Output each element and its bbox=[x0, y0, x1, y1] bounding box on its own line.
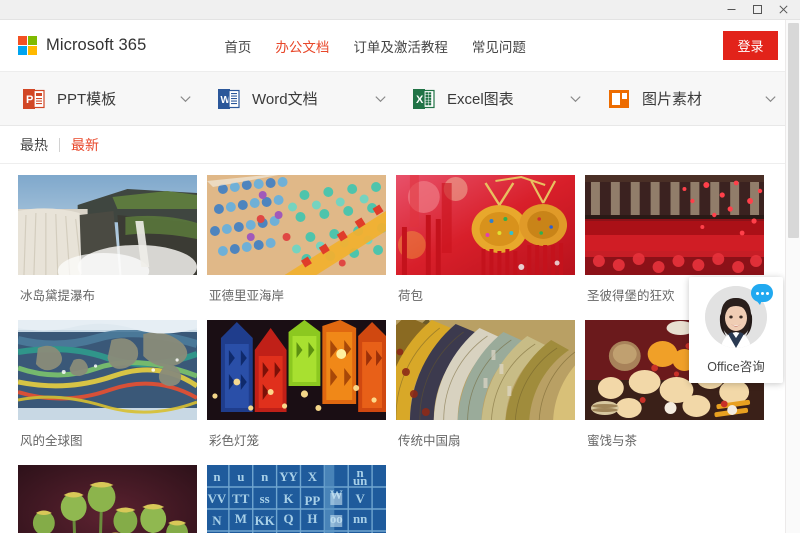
gallery-card-title: 蜜饯与茶 bbox=[587, 434, 638, 448]
word-icon: W bbox=[217, 87, 241, 111]
thumbnail-letterpress-type: nun YYXnun VVTTss KPPWV NMKK QHoonn EDDC… bbox=[207, 465, 386, 533]
gallery-card[interactable]: nun YYXnun VVTTss KPPWV NMKK QHoonn EDDC… bbox=[207, 465, 386, 533]
filter-tab-hottest[interactable]: 最热 bbox=[20, 135, 59, 155]
gallery-card[interactable]: 荷包 bbox=[396, 175, 575, 320]
svg-text:ss: ss bbox=[260, 491, 270, 506]
svg-text:M: M bbox=[235, 511, 247, 526]
svg-text:nn: nn bbox=[353, 511, 368, 526]
svg-text:YY: YY bbox=[279, 469, 298, 484]
minimize-button[interactable] bbox=[718, 0, 744, 19]
category-ppt-templates[interactable]: P PPT模板 bbox=[10, 72, 205, 125]
svg-text:P: P bbox=[26, 94, 33, 106]
svg-text:H: H bbox=[307, 511, 317, 526]
nav-link-home[interactable]: 首页 bbox=[224, 36, 251, 56]
vertical-scrollbar[interactable] bbox=[785, 20, 800, 533]
thumbnail-waterfall bbox=[18, 175, 197, 275]
svg-text:K: K bbox=[284, 491, 294, 506]
svg-text:X: X bbox=[308, 469, 318, 484]
chevron-down-icon bbox=[178, 91, 193, 106]
svg-text:n: n bbox=[261, 469, 269, 484]
gallery-card[interactable] bbox=[18, 465, 197, 533]
category-label: 图片素材 bbox=[642, 91, 703, 108]
svg-text:V: V bbox=[355, 491, 365, 506]
thumbnail-red-pouches bbox=[396, 175, 575, 275]
chat-bubble-icon bbox=[751, 284, 773, 305]
scrollbar-thumb[interactable] bbox=[788, 23, 799, 238]
gallery-scroll-area: 冰岛黛提瀑布 亚德里亚海岸 荷包 圣彼得堡的狂欢 风的全球图 彩色灯笼 传统中国… bbox=[0, 165, 800, 533]
gallery-card-title: 荷包 bbox=[398, 289, 424, 303]
svg-text:VV: VV bbox=[208, 491, 227, 506]
thumbnail-red-celebration bbox=[585, 175, 764, 275]
chevron-down-icon bbox=[373, 91, 388, 106]
picture-icon bbox=[607, 87, 631, 111]
main-nav: 首页 办公文档 订单及激活教程 常见问题 bbox=[224, 36, 526, 56]
gallery-card[interactable]: 风的全球图 bbox=[18, 320, 197, 465]
svg-text:N: N bbox=[212, 513, 222, 528]
filter-tab-newest[interactable]: 最新 bbox=[60, 135, 110, 155]
microsoft-logo-icon bbox=[18, 36, 37, 55]
gallery-card-title: 亚德里亚海岸 bbox=[209, 289, 285, 303]
thumbnail-chinese-fans bbox=[396, 320, 575, 420]
category-word-docs[interactable]: W Word文档 bbox=[205, 72, 400, 125]
close-button[interactable] bbox=[770, 0, 796, 19]
brand-logo[interactable]: Microsoft 365 bbox=[18, 36, 146, 55]
site-header: Microsoft 365 首页 办公文档 订单及激活教程 常见问题 登录 bbox=[0, 20, 800, 72]
login-button[interactable]: 登录 bbox=[723, 31, 778, 60]
svg-text:TT: TT bbox=[232, 491, 250, 506]
gallery-card-title: 风的全球图 bbox=[20, 434, 83, 448]
gallery-grid: 冰岛黛提瀑布 亚德里亚海岸 荷包 圣彼得堡的狂欢 风的全球图 彩色灯笼 传统中国… bbox=[0, 165, 782, 533]
nav-link-order-activation[interactable]: 订单及激活教程 bbox=[353, 36, 448, 56]
nav-link-office-docs[interactable]: 办公文档 bbox=[275, 36, 329, 56]
gallery-card-title: 彩色灯笼 bbox=[209, 434, 260, 448]
thumbnail-wind-map bbox=[18, 320, 197, 420]
svg-text:un: un bbox=[353, 473, 368, 488]
thumbnail-lanterns bbox=[207, 320, 386, 420]
category-bar: P PPT模板 W Word文档 X Excel图表 图片素材 bbox=[0, 72, 800, 126]
gallery-card-title: 冰岛黛提瀑布 bbox=[20, 289, 96, 303]
svg-text:X: X bbox=[416, 94, 424, 106]
gallery-card[interactable]: 传统中国扇 bbox=[396, 320, 575, 465]
category-label: Excel图表 bbox=[447, 91, 514, 108]
gallery-card-title: 传统中国扇 bbox=[398, 434, 461, 448]
app-window: Microsoft 365 首页 办公文档 订单及激活教程 常见问题 登录 P bbox=[0, 0, 800, 533]
excel-icon: X bbox=[412, 87, 436, 111]
maximize-button[interactable] bbox=[744, 0, 770, 19]
thumbnail-beach-umbrellas bbox=[207, 175, 386, 275]
thumbnail-poppy-pods bbox=[18, 465, 197, 533]
nav-link-faq[interactable]: 常见问题 bbox=[472, 36, 526, 56]
svg-text:KK: KK bbox=[255, 513, 275, 528]
chat-widget-label: Office咨询 bbox=[707, 360, 765, 374]
brand-name: Microsoft 365 bbox=[46, 36, 147, 54]
gallery-card[interactable]: 冰岛黛提瀑布 bbox=[18, 175, 197, 320]
category-label: Word文档 bbox=[252, 91, 318, 108]
category-picture-assets[interactable]: 图片素材 bbox=[595, 72, 790, 125]
svg-text:Q: Q bbox=[284, 511, 294, 526]
chat-avatar-wrap bbox=[705, 284, 773, 348]
svg-text:PP: PP bbox=[305, 493, 321, 508]
gallery-card[interactable]: 亚德里亚海岸 bbox=[207, 175, 386, 320]
filter-bar: 最热 最新 bbox=[0, 126, 800, 164]
title-bar bbox=[0, 0, 800, 20]
chevron-down-icon bbox=[568, 91, 583, 106]
chat-widget[interactable]: Office咨询 bbox=[689, 277, 783, 383]
svg-text:u: u bbox=[237, 469, 244, 484]
gallery-card[interactable]: 彩色灯笼 bbox=[207, 320, 386, 465]
svg-text:n: n bbox=[213, 469, 221, 484]
powerpoint-icon: P bbox=[22, 87, 46, 111]
chevron-down-icon bbox=[763, 91, 778, 106]
category-excel-charts[interactable]: X Excel图表 bbox=[400, 72, 595, 125]
category-label: PPT模板 bbox=[57, 91, 117, 108]
